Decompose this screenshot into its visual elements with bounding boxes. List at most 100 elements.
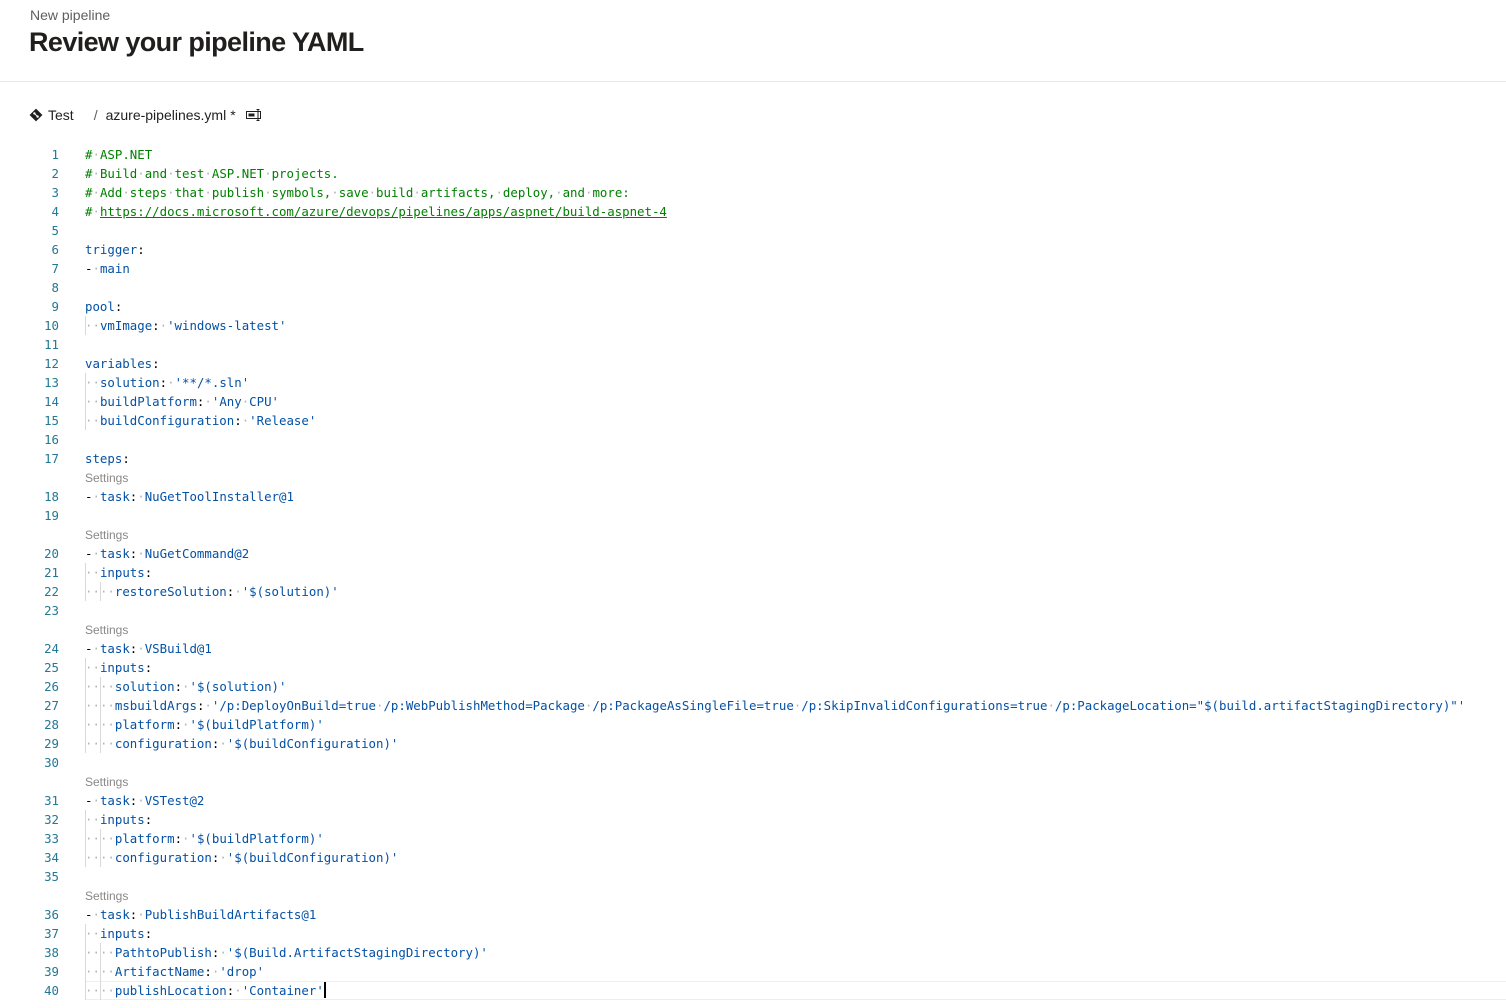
code-line[interactable]: 29 ····configuration:·'$(buildConfigurati… (0, 734, 1506, 753)
yaml-file-name[interactable]: azure-pipelines.yml (106, 107, 227, 123)
settings-codelens-link[interactable]: Settings (0, 525, 1506, 544)
code-line[interactable]: 22 ····restoreSolution:·'$(solution)' (0, 582, 1506, 601)
code-line[interactable]: 26 ····solution:·'$(solution)' (0, 677, 1506, 696)
code-line[interactable]: 12 variables: (0, 354, 1506, 373)
code-text[interactable]: ····platform:·'$(buildPlatform)' (85, 715, 324, 734)
code-line[interactable]: 1 #·ASP.NET (0, 145, 1506, 164)
code-text[interactable]: -·task:·VSBuild@1 (85, 639, 212, 658)
code-text[interactable]: #·ASP.NET (85, 145, 152, 164)
code-line[interactable]: 11 (0, 335, 1506, 354)
code-text[interactable]: -·task:·NuGetCommand@2 (85, 544, 249, 563)
code-text[interactable]: #·Add·steps·that·publish·symbols,·save·b… (85, 183, 630, 202)
code-line[interactable]: 33 ····platform:·'$(buildPlatform)' (0, 829, 1506, 848)
code-line[interactable]: 17 steps: (0, 449, 1506, 468)
code-line[interactable]: 18 -·task:·NuGetToolInstaller@1 (0, 487, 1506, 506)
code-text[interactable]: -·task:·VSTest@2 (85, 791, 204, 810)
code-line[interactable]: 19 (0, 506, 1506, 525)
code-line[interactable]: 32 ··inputs: (0, 810, 1506, 829)
code-text[interactable]: -·task:·NuGetToolInstaller@1 (85, 487, 294, 506)
code-line[interactable]: 16 (0, 430, 1506, 449)
code-text[interactable]: ··buildConfiguration:·'Release' (85, 411, 316, 430)
code-line[interactable]: 7 -·main (0, 259, 1506, 278)
code-line[interactable]: 31 -·task:·VSTest@2 (0, 791, 1506, 810)
line-number: 23 (44, 603, 59, 618)
line-number: 37 (44, 926, 59, 941)
line-number: 2 (51, 166, 59, 181)
code-text[interactable]: steps: (85, 449, 130, 468)
settings-codelens-link[interactable]: Settings (0, 620, 1506, 639)
code-text[interactable]: ··inputs: (85, 658, 152, 677)
code-line[interactable]: 24 -·task:·VSBuild@1 (0, 639, 1506, 658)
line-number: 34 (44, 850, 59, 865)
code-line[interactable]: 3 #·Add·steps·that·publish·symbols,·save·… (0, 183, 1506, 202)
code-line[interactable]: 14 ··buildPlatform:·'Any·CPU' (0, 392, 1506, 411)
code-text[interactable]: ····platform:·'$(buildPlatform)' (85, 829, 324, 848)
code-text[interactable]: ··inputs: (85, 563, 152, 582)
settings-codelens-label[interactable]: Settings (85, 621, 128, 640)
settings-codelens-label[interactable]: Settings (85, 469, 128, 488)
code-line[interactable]: 30 (0, 753, 1506, 772)
code-line[interactable]: 4 #·https://docs.microsoft.com/azure/devo… (0, 202, 1506, 221)
settings-codelens-label[interactable]: Settings (85, 773, 128, 792)
line-number: 5 (51, 223, 59, 238)
line-number: 9 (51, 299, 59, 314)
code-text[interactable]: ····solution:·'$(solution)' (85, 677, 286, 696)
line-number: 3 (51, 185, 59, 200)
code-line[interactable]: 10 ··vmImage:·'windows-latest' (0, 316, 1506, 335)
code-line[interactable]: 25 ··inputs: (0, 658, 1506, 677)
code-line[interactable]: 15 ··buildConfiguration:·'Release' (0, 411, 1506, 430)
code-text[interactable]: ····configuration:·'$(buildConfiguration… (85, 734, 398, 753)
code-line[interactable]: 21 ··inputs: (0, 563, 1506, 582)
code-line[interactable]: 6 trigger: (0, 240, 1506, 259)
code-text[interactable]: ··buildPlatform:·'Any·CPU' (85, 392, 279, 411)
code-line[interactable]: 35 (0, 867, 1506, 886)
code-text[interactable]: ····restoreSolution:·'$(solution)' (85, 582, 339, 601)
settings-codelens-label[interactable]: Settings (85, 887, 128, 906)
branch-name[interactable]: Test (48, 107, 74, 123)
yaml-code-editor[interactable]: 1 #·ASP.NET 2 #·Build·and·test·ASP.NET·proj… (0, 145, 1506, 1008)
code-text[interactable]: trigger: (85, 240, 145, 259)
code-text[interactable]: ··inputs: (85, 924, 152, 943)
code-text[interactable]: ····msbuildArgs:·'/p:DeployOnBuild=true·… (85, 696, 1465, 715)
code-text[interactable]: ··solution:·'**/*.sln' (85, 373, 249, 392)
code-text[interactable]: ····publishLocation:·'Container' (85, 981, 326, 1000)
code-line[interactable]: 9 pool: (0, 297, 1506, 316)
settings-codelens-label[interactable]: Settings (85, 526, 128, 545)
code-line[interactable]: 36 -·task:·PublishBuildArtifacts@1 (0, 905, 1506, 924)
code-text[interactable]: ··inputs: (85, 810, 152, 829)
line-number: 13 (44, 375, 59, 390)
settings-codelens-link[interactable]: Settings (0, 772, 1506, 791)
line-number: 29 (44, 736, 59, 751)
code-line[interactable]: 13 ··solution:·'**/*.sln' (0, 373, 1506, 392)
rename-icon[interactable] (245, 108, 264, 122)
code-text[interactable]: -·main (85, 259, 130, 278)
code-text[interactable]: pool: (85, 297, 122, 316)
line-number: 11 (44, 337, 59, 352)
code-text[interactable]: ····ArtifactName:·'drop' (85, 962, 264, 981)
code-line[interactable]: 39 ····ArtifactName:·'drop' (0, 962, 1506, 981)
code-text[interactable]: -·task:·PublishBuildArtifacts@1 (85, 905, 316, 924)
line-number: 28 (44, 717, 59, 732)
code-line[interactable]: 23 (0, 601, 1506, 620)
code-line[interactable]: 37 ··inputs: (0, 924, 1506, 943)
code-line[interactable]: 8 (0, 278, 1506, 297)
code-text[interactable]: variables: (85, 354, 160, 373)
code-line[interactable]: 28 ····platform:·'$(buildPlatform)' (0, 715, 1506, 734)
code-text[interactable]: #·https://docs.microsoft.com/azure/devop… (85, 202, 667, 221)
code-text[interactable]: #·Build·and·test·ASP.NET·projects. (85, 164, 339, 183)
line-number: 33 (44, 831, 59, 846)
settings-codelens-link[interactable]: Settings (0, 886, 1506, 905)
code-line[interactable]: 34 ····configuration:·'$(buildConfigurati… (0, 848, 1506, 867)
code-line[interactable]: 2 #·Build·and·test·ASP.NET·projects. (0, 164, 1506, 183)
settings-codelens-link[interactable]: Settings (0, 468, 1506, 487)
code-line[interactable]: 38 ····PathtoPublish:·'$(Build.ArtifactSt… (0, 943, 1506, 962)
line-number: 27 (44, 698, 59, 713)
code-line[interactable]: 27 ····msbuildArgs:·'/p:DeployOnBuild=tru… (0, 696, 1506, 715)
line-number: 22 (44, 584, 59, 599)
code-text[interactable]: ····PathtoPublish:·'$(Build.ArtifactStag… (85, 943, 488, 962)
code-line[interactable]: 40 ····publishLocation:·'Container' (0, 981, 1506, 1000)
code-line[interactable]: 20 -·task:·NuGetCommand@2 (0, 544, 1506, 563)
code-line[interactable]: 5 (0, 221, 1506, 240)
code-text[interactable]: ··vmImage:·'windows-latest' (85, 316, 286, 335)
code-text[interactable]: ····configuration:·'$(buildConfiguration… (85, 848, 398, 867)
